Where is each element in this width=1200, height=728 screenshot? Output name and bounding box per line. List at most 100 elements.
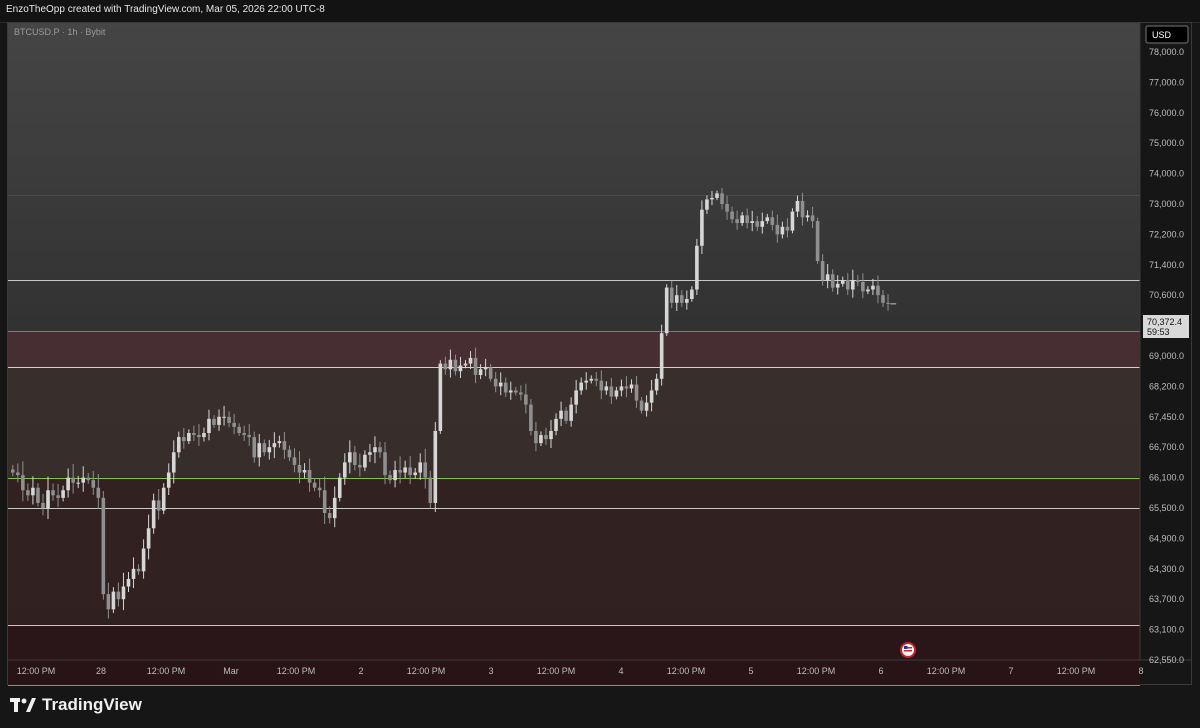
candle-body <box>629 384 634 389</box>
candle-body <box>383 452 387 476</box>
candle-body <box>619 386 624 391</box>
candle-body <box>453 359 458 372</box>
price-tick-label: 68,200.0 <box>1149 381 1184 391</box>
time-tick-label: 12:00 PM <box>1057 666 1096 676</box>
candle-body <box>327 513 332 519</box>
candle-body <box>46 490 50 508</box>
candle-body <box>121 586 126 600</box>
candle-body <box>247 435 252 438</box>
price-tick-label: 64,900.0 <box>1149 533 1184 543</box>
candle-body <box>413 472 417 476</box>
candle-body <box>463 363 468 366</box>
candle-body <box>428 477 433 503</box>
candle-body <box>810 215 815 222</box>
candle-body <box>207 418 211 434</box>
us-flag-event-icon[interactable] <box>900 642 916 658</box>
candlestick-chart[interactable]: 78,000.0 77,000.0 76,000.0 75,000.0 74,000.0… <box>0 0 1200 686</box>
candle-body <box>101 497 106 595</box>
price-tick-label: 65,500.0 <box>1149 503 1184 513</box>
candle-body <box>182 437 186 442</box>
candle-body <box>287 449 292 458</box>
candle-body <box>222 416 226 418</box>
candle-body <box>418 462 423 473</box>
candle-body <box>579 382 583 391</box>
candle-body <box>876 285 880 296</box>
candle-body <box>11 469 15 473</box>
candle-body <box>554 418 558 431</box>
candle-body <box>669 287 674 303</box>
tradingview-brand[interactable]: TradingView <box>10 695 142 715</box>
candle-body <box>715 193 719 198</box>
price-tick-label: 66,700.0 <box>1149 442 1184 452</box>
candle-body <box>861 281 865 292</box>
candle-body <box>649 390 654 403</box>
symbol-label: BTCUSD.P · 1h · Bybit <box>14 27 106 37</box>
candle-body <box>488 367 493 379</box>
candle-body <box>483 367 488 370</box>
candle-body <box>141 548 146 572</box>
candle-body <box>443 363 448 370</box>
candle-body <box>866 289 870 292</box>
price-tick-label: 75,000.0 <box>1149 138 1184 148</box>
time-tick-label: 12:00 PM <box>927 666 966 676</box>
candle-body <box>277 441 282 444</box>
candle-body <box>166 472 171 488</box>
candle-body <box>468 357 473 364</box>
countdown-label: 59:53 <box>1147 327 1170 337</box>
candle-body <box>217 416 221 425</box>
candle-body <box>478 369 483 375</box>
candle-body <box>514 390 518 393</box>
candle-body <box>508 390 513 393</box>
candle-body <box>604 386 609 391</box>
candle-body <box>237 426 241 434</box>
candle-body <box>529 404 533 431</box>
candle-body <box>679 295 684 303</box>
candle-body <box>31 487 35 496</box>
price-axis[interactable]: 78,000.0 77,000.0 76,000.0 75,000.0 74,000.0… <box>1149 47 1184 686</box>
candle-body <box>302 470 307 473</box>
currency-button[interactable]: USD <box>1145 25 1189 44</box>
time-tick-label: 8 <box>1138 666 1143 676</box>
price-tick-label: 74,000.0 <box>1149 169 1184 179</box>
candle-body <box>805 215 810 218</box>
candle-body <box>342 462 347 478</box>
candle-body <box>720 193 724 204</box>
candle-body <box>91 480 96 488</box>
price-tick-label: 78,000.0 <box>1149 47 1184 57</box>
candle-body <box>790 211 795 231</box>
candle-body <box>373 447 377 453</box>
candle-body <box>534 430 538 444</box>
candle-body <box>871 285 875 290</box>
candle-body <box>332 497 337 519</box>
candle-body <box>503 382 508 393</box>
candle-body <box>685 299 689 303</box>
candle-body <box>307 470 312 483</box>
candle-body <box>654 378 659 391</box>
candle-body <box>26 490 30 496</box>
candle-body <box>388 475 392 481</box>
candle-body <box>378 447 382 453</box>
candle-body <box>51 490 55 496</box>
candle-body <box>549 430 553 440</box>
price-tick-label: 69,000.0 <box>1149 351 1184 361</box>
price-tick-label: 77,000.0 <box>1149 77 1184 87</box>
price-tick-label: 76,000.0 <box>1149 108 1184 118</box>
candle-body <box>750 221 755 223</box>
candle-body <box>312 482 317 488</box>
candle-body <box>775 224 780 235</box>
candle-body <box>574 390 578 405</box>
candle-body <box>272 443 277 448</box>
time-tick-label: 28 <box>96 666 106 676</box>
candle-body <box>539 435 543 444</box>
candle-body <box>725 204 729 212</box>
time-tick-label: 5 <box>748 666 753 676</box>
candle-body <box>146 528 151 549</box>
price-tick-label: 71,400.0 <box>1149 260 1184 270</box>
candle-body <box>197 435 201 438</box>
candle-body <box>730 211 734 220</box>
candle-body <box>66 477 70 491</box>
currency-label: USD <box>1152 30 1172 40</box>
candle-body <box>408 467 412 476</box>
time-tick-label: 3 <box>488 666 493 676</box>
time-tick-label: 12:00 PM <box>147 666 186 676</box>
